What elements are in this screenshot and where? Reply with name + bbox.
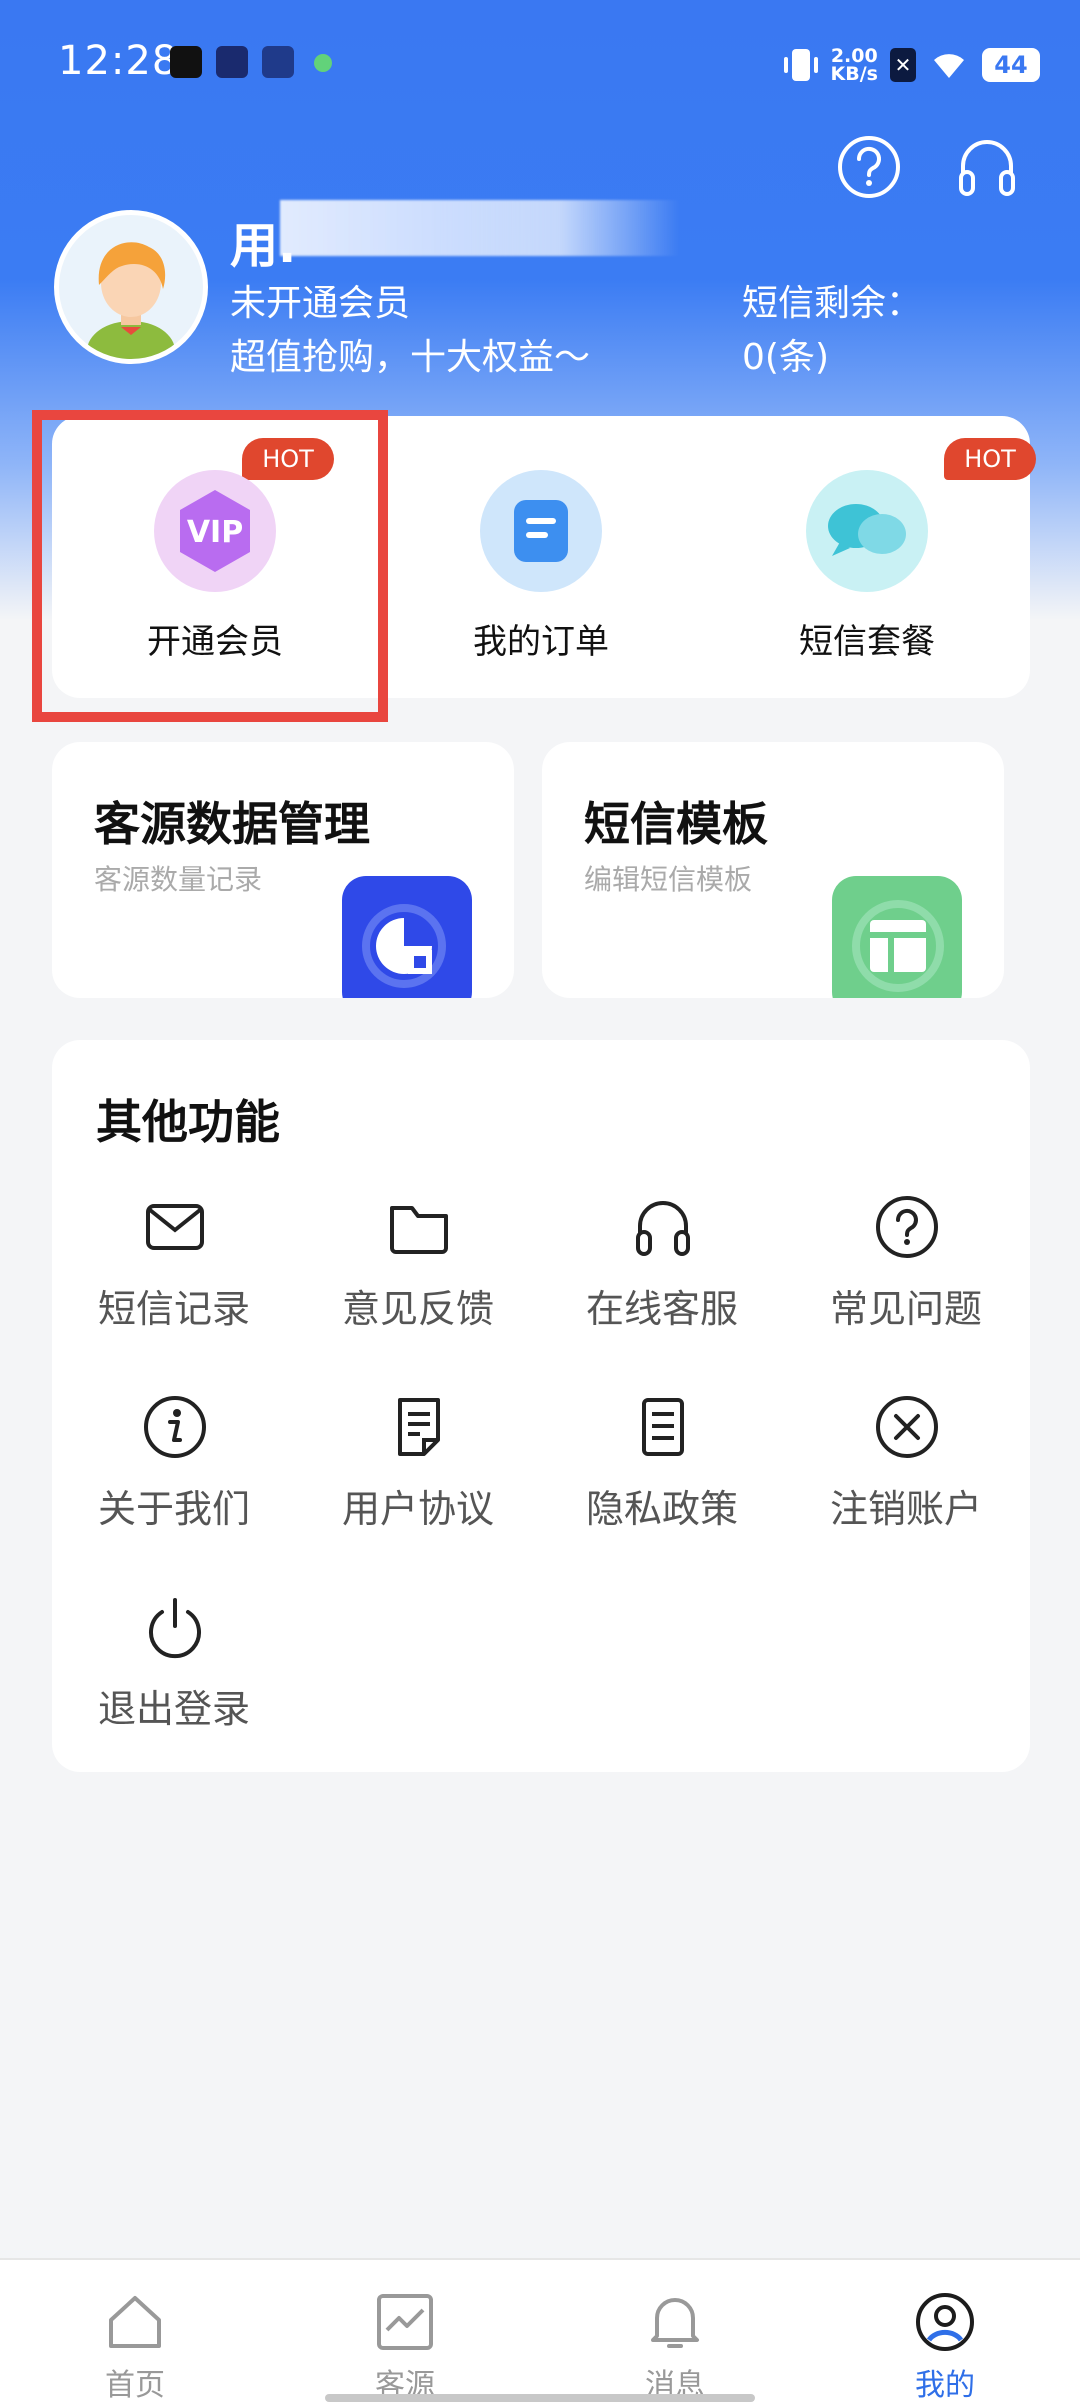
feature-title: 客源数据管理	[94, 797, 370, 851]
list-document-icon	[642, 1398, 684, 1456]
close-circle-icon	[876, 1396, 938, 1458]
function-label: 注销账户	[829, 1487, 982, 1531]
function-label: 短信记录	[97, 1287, 250, 1331]
app-icon	[216, 46, 248, 78]
sms-remaining-label: 短信剩余：	[742, 283, 923, 324]
nav-mine[interactable]: 我的	[810, 2260, 1080, 2408]
open-membership-button[interactable]: HOT VIP 开通会员	[52, 416, 378, 698]
member-status: 未开通会员	[230, 283, 411, 324]
customer-data-card[interactable]: 客源数据管理 客源数量记录	[52, 742, 514, 998]
function-label: 在线客服	[585, 1287, 738, 1331]
mail-icon	[146, 1204, 204, 1250]
vip-icon: VIP	[154, 470, 276, 592]
faq-button[interactable]: 常见问题	[784, 1194, 1028, 1394]
chart-icon	[377, 2294, 433, 2350]
order-icon	[480, 470, 602, 592]
other-functions-title: 其他功能	[96, 1095, 280, 1149]
download-icon	[314, 54, 332, 72]
bell-icon	[651, 2298, 699, 2348]
headphones-icon	[636, 1201, 690, 1256]
user-circle-icon	[916, 2293, 974, 2351]
header-actions	[836, 134, 1020, 200]
nav-messages[interactable]: 消息	[540, 2260, 810, 2408]
bottom-navigation: 首页 客源 消息 我的	[0, 2258, 1080, 2408]
function-label: 关于我们	[97, 1487, 250, 1531]
quick-actions-card: HOT VIP 开通会员 我的订单 HOT 短信套餐	[52, 416, 1036, 698]
power-icon	[149, 1598, 201, 1659]
sms-package-button[interactable]: HOT 短信套餐	[704, 416, 1036, 698]
sms-template-icon	[832, 876, 962, 998]
status-time: 12:28	[58, 38, 179, 84]
function-label: 隐私政策	[585, 1487, 738, 1531]
avatar-illustration	[87, 242, 175, 359]
sms-package-icon	[806, 470, 928, 592]
question-circle-icon	[876, 1196, 938, 1258]
nav-label: 我的	[915, 2368, 975, 2403]
svg-text:VIP: VIP	[187, 515, 243, 550]
nav-label: 首页	[105, 2368, 165, 2403]
home-icon	[109, 2296, 161, 2348]
feature-subtitle: 编辑短信模板	[584, 863, 753, 896]
folder-icon	[390, 1206, 448, 1254]
quick-action-label: 开通会员	[147, 622, 283, 662]
wifi-icon	[934, 54, 964, 78]
customer-data-icon	[342, 876, 472, 998]
user-agreement-button[interactable]: 用户协议	[296, 1394, 540, 1594]
status-bar: 12:28 2.00 KB/s ✕ 44	[0, 0, 1080, 130]
function-label: 常见问题	[829, 1287, 982, 1331]
function-label: 意见反馈	[341, 1287, 494, 1331]
document-icon	[398, 1398, 440, 1456]
nav-home[interactable]: 首页	[0, 2260, 270, 2408]
logout-button[interactable]: 退出登录	[52, 1594, 296, 1794]
customer-service-headphones-icon[interactable]	[954, 134, 1020, 200]
hot-badge: HOT	[944, 438, 1036, 480]
nav-customers[interactable]: 客源	[270, 2260, 540, 2408]
feature-subtitle: 客源数量记录	[94, 863, 263, 896]
sms-records-button[interactable]: 短信记录	[52, 1194, 296, 1394]
my-orders-button[interactable]: 我的订单	[378, 416, 704, 698]
function-label: 退出登录	[97, 1687, 250, 1731]
online-service-button[interactable]: 在线客服	[540, 1194, 784, 1394]
sim-icon: ✕	[890, 48, 916, 82]
function-label: 用户协议	[341, 1487, 494, 1531]
info-icon	[144, 1396, 206, 1458]
feedback-button[interactable]: 意见反馈	[296, 1194, 540, 1394]
username-redacted	[280, 200, 680, 256]
feature-title: 短信模板	[584, 797, 768, 851]
home-indicator[interactable]	[325, 2394, 755, 2402]
help-question-icon[interactable]	[836, 134, 902, 200]
about-us-button[interactable]: 关于我们	[52, 1394, 296, 1594]
network-speed: 2.00 KB/s	[830, 45, 878, 85]
avatar[interactable]	[54, 210, 208, 364]
app-icon	[262, 46, 294, 78]
quick-action-label: 短信套餐	[799, 622, 935, 662]
delete-account-button[interactable]: 注销账户	[784, 1394, 1028, 1594]
tiktok-icon	[170, 46, 202, 78]
member-promo[interactable]: 超值抢购，十大权益～	[230, 328, 590, 380]
vibrate-icon	[783, 49, 818, 81]
other-functions-card: 其他功能 短信记录 意见反馈 在线客服 常见问题 关于我们 用户协议 隐私政策 …	[52, 1040, 1030, 1772]
battery-indicator: 44	[982, 48, 1040, 82]
quick-action-label: 我的订单	[473, 622, 609, 662]
sms-remaining-value: 0(条)	[742, 337, 829, 378]
sms-template-card[interactable]: 短信模板 编辑短信模板	[542, 742, 1004, 998]
privacy-policy-button[interactable]: 隐私政策	[540, 1394, 784, 1594]
